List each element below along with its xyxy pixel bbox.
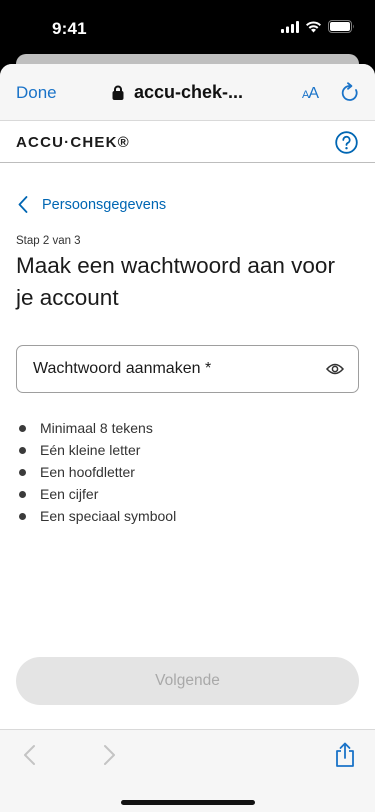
site-header: ACCU·CHEK® bbox=[0, 121, 375, 163]
password-field[interactable]: Wachtwoord aanmaken * bbox=[16, 345, 359, 393]
next-button[interactable]: Volgende bbox=[16, 657, 359, 705]
back-link[interactable]: Persoonsgegevens bbox=[18, 196, 166, 213]
password-field-label: Wachtwoord aanmaken * bbox=[33, 360, 212, 377]
browser-top-bar: Done accu-chek-... AA bbox=[0, 64, 375, 121]
list-item: Minimaal 8 tekens bbox=[19, 417, 176, 439]
password-requirements: Minimaal 8 tekens Eén kleine letter Een … bbox=[19, 417, 176, 527]
signal-icon bbox=[281, 20, 299, 33]
reload-icon[interactable] bbox=[339, 82, 361, 104]
chevron-left-icon bbox=[18, 196, 28, 213]
battery-icon bbox=[328, 20, 354, 33]
address-bar[interactable]: accu-chek-... bbox=[112, 82, 243, 103]
bullet bbox=[19, 512, 26, 520]
browser-bottom-toolbar bbox=[0, 729, 375, 812]
step-indicator: Stap 2 van 3 bbox=[16, 235, 81, 247]
lock-icon bbox=[112, 85, 124, 100]
eye-icon[interactable] bbox=[326, 362, 344, 376]
accu-chek-logo[interactable]: ACCU·CHEK® bbox=[16, 134, 130, 151]
url-text: accu-chek-... bbox=[134, 82, 244, 102]
bullet bbox=[19, 424, 26, 432]
share-icon[interactable] bbox=[334, 742, 356, 768]
bullet bbox=[19, 468, 26, 476]
browser-sheet: Done accu-chek-... AA ACCU·CHEK® Persoon… bbox=[0, 64, 375, 812]
back-arrow-icon[interactable] bbox=[22, 744, 36, 766]
forward-arrow-icon[interactable] bbox=[103, 744, 117, 766]
text-size-button[interactable]: AA bbox=[302, 85, 319, 103]
home-indicator bbox=[121, 800, 255, 805]
list-item: Een hoofdletter bbox=[19, 461, 176, 483]
done-button[interactable]: Done bbox=[16, 83, 57, 103]
list-item: Eén kleine letter bbox=[19, 439, 176, 461]
wifi-icon bbox=[306, 20, 321, 32]
help-icon[interactable] bbox=[335, 131, 358, 154]
bullet bbox=[19, 490, 26, 498]
status-bar: 9:41 bbox=[0, 0, 375, 56]
list-item: Een cijfer bbox=[19, 483, 176, 505]
status-time: 9:41 bbox=[52, 19, 87, 38]
list-item: Een speciaal symbool bbox=[19, 505, 176, 527]
back-link-label: Persoonsgegevens bbox=[42, 196, 167, 213]
page-title: Maak een wachtwoord aan voor je account bbox=[16, 253, 335, 310]
status-icons bbox=[281, 20, 355, 33]
bullet bbox=[19, 446, 26, 454]
